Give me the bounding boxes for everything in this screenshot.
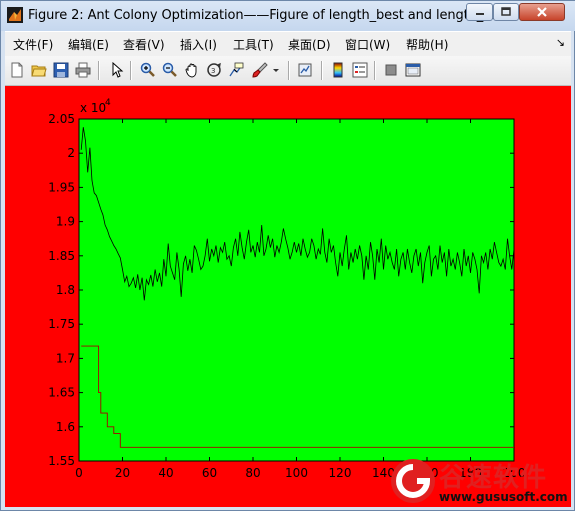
toolbar-separator xyxy=(374,61,376,80)
maximize-button[interactable] xyxy=(493,3,519,21)
y-axis-exponent-label: x 10 xyxy=(80,101,106,115)
watermark-logo-icon xyxy=(391,459,435,503)
x-tick-label: 40 xyxy=(158,466,173,480)
svg-text:3: 3 xyxy=(211,67,215,75)
close-icon xyxy=(537,7,547,17)
menu-bar: 文件(F) 编辑(E) 查看(V) 插入(I) 工具(T) 桌面(D) 窗口(W… xyxy=(5,31,571,56)
y-tick-label: 1.55 xyxy=(48,454,75,468)
y-tick-label: 1.75 xyxy=(48,317,75,331)
brush-dropdown-icon[interactable] xyxy=(271,60,281,80)
menu-dock-arrow-icon[interactable]: ↘ xyxy=(556,36,565,49)
minimize-icon xyxy=(475,13,484,15)
legend-icon[interactable] xyxy=(350,60,370,80)
rotate-3d-icon[interactable]: 3 xyxy=(204,60,224,80)
title-bar[interactable]: Figure 2: Ant Colony Optimization——Figur… xyxy=(1,1,575,31)
y-tick-label: 1.8 xyxy=(56,283,75,297)
menu-help[interactable]: 帮助(H) xyxy=(406,36,448,53)
brush-icon[interactable] xyxy=(250,60,270,80)
show-plot-tools-icon[interactable] xyxy=(403,60,423,80)
x-tick-label: 60 xyxy=(202,466,217,480)
link-plot-icon[interactable] xyxy=(295,60,315,80)
minimize-button[interactable] xyxy=(466,3,493,21)
print-icon[interactable] xyxy=(73,60,93,80)
axes-background xyxy=(78,118,515,462)
x-tick-label: 0 xyxy=(75,466,83,480)
maximize-icon xyxy=(501,7,511,16)
figure-window: Figure 2: Ant Colony Optimization——Figur… xyxy=(0,0,575,511)
menu-file[interactable]: 文件(F) xyxy=(13,36,53,53)
y-tick-label: 1.65 xyxy=(48,386,75,400)
x-tick-label: 20 xyxy=(115,466,130,480)
watermark-url: www.gususoft.com xyxy=(439,490,568,504)
toolbar-separator xyxy=(288,61,290,80)
menu-window[interactable]: 窗口(W) xyxy=(345,36,390,53)
line-chart: 020406080100120140160180200 1.551.61.651… xyxy=(48,98,525,480)
zoom-out-icon[interactable] xyxy=(160,60,180,80)
pointer-icon[interactable] xyxy=(107,60,127,80)
x-tick-label: 100 xyxy=(285,466,308,480)
data-cursor-icon[interactable] xyxy=(226,60,246,80)
save-icon[interactable] xyxy=(51,60,71,80)
x-tick-label: 80 xyxy=(245,466,260,480)
y-tick-label: 1.9 xyxy=(56,215,75,229)
figure-canvas[interactable]: 020406080100120140160180200 1.551.61.651… xyxy=(5,86,571,507)
open-icon[interactable] xyxy=(29,60,49,80)
y-tick-label: 1.95 xyxy=(48,180,75,194)
toolbar-separator xyxy=(98,61,100,80)
y-tick-label: 1.7 xyxy=(56,351,75,365)
y-tick-label: 1.85 xyxy=(48,249,75,263)
toolbar-separator xyxy=(130,61,132,80)
menu-edit[interactable]: 编辑(E) xyxy=(68,36,109,53)
x-tick-label: 120 xyxy=(329,466,352,480)
toolbar-separator xyxy=(321,61,323,80)
y-tick-label: 2 xyxy=(67,146,75,160)
menu-desktop[interactable]: 桌面(D) xyxy=(288,36,331,53)
y-tick-label: 2.05 xyxy=(48,112,75,126)
window-title: Figure 2: Ant Colony Optimization——Figur… xyxy=(28,8,504,23)
zoom-in-icon[interactable] xyxy=(138,60,158,80)
menu-tools[interactable]: 工具(T) xyxy=(233,36,274,53)
menu-insert[interactable]: 插入(I) xyxy=(180,36,217,53)
watermark-text: 谷速软件 xyxy=(439,463,548,493)
watermark: 谷速软件 www.gususoft.com xyxy=(389,455,569,509)
colorbar-icon[interactable] xyxy=(328,60,348,80)
new-figure-icon[interactable] xyxy=(7,60,27,80)
hide-plot-tools-icon[interactable] xyxy=(381,60,401,80)
y-tick-label: 1.6 xyxy=(56,420,75,434)
matlab-logo-icon xyxy=(7,7,23,23)
y-axis-exponent-power: 4 xyxy=(105,98,111,108)
close-button[interactable] xyxy=(519,3,565,21)
figure-toolbar: 3 xyxy=(5,56,571,86)
menu-view[interactable]: 查看(V) xyxy=(123,36,165,53)
pan-icon[interactable] xyxy=(182,60,202,80)
